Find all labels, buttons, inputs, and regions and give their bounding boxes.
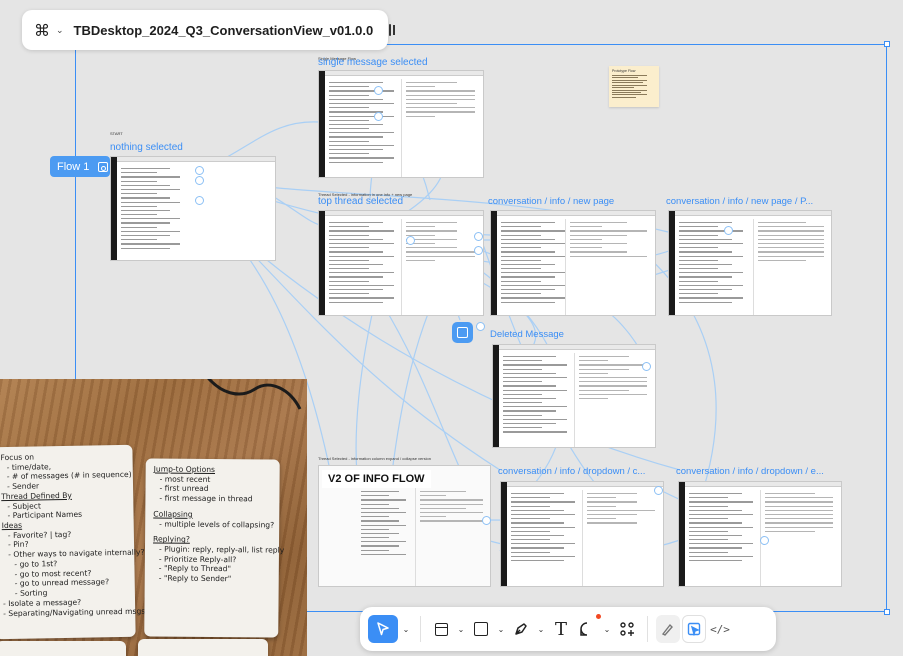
- flow-start-icon[interactable]: [98, 161, 109, 172]
- frame-icon: [434, 622, 448, 636]
- frame-deleted-message[interactable]: [492, 344, 656, 448]
- frame-title-single-message[interactable]: single message selected: [318, 57, 428, 68]
- sticky-title: Prototype Flow: [612, 69, 636, 73]
- dev-mode[interactable]: </>: [708, 615, 732, 643]
- text-tool[interactable]: T: [549, 615, 573, 643]
- file-name[interactable]: TBDesktop_2024_Q3_ConversationView_v01.0…: [74, 23, 374, 38]
- connection-node[interactable]: [374, 86, 383, 95]
- design-mode[interactable]: [682, 615, 706, 643]
- comment-icon: [580, 622, 588, 636]
- file-title-bar[interactable]: ⌘ ⌄ TBDesktop_2024_Q3_ConversationView_v…: [22, 10, 395, 50]
- frame-conv-info-new-p[interactable]: [668, 210, 832, 316]
- frame-title-conv-dropdown-c[interactable]: conversation / info / dropdown / c...: [498, 466, 645, 477]
- connection-node[interactable]: [476, 322, 485, 331]
- draw-mode[interactable]: [656, 615, 680, 643]
- bottom-toolbar[interactable]: ⌄ ⌄ ⌄ ⌄ T ⌄ </>: [360, 607, 776, 651]
- chevron-down-icon[interactable]: ⌄: [535, 625, 547, 634]
- connection-node[interactable]: [406, 236, 415, 245]
- notification-dot: [596, 614, 601, 619]
- connection-node[interactable]: [760, 536, 769, 545]
- connection-node[interactable]: [474, 232, 483, 241]
- note-card-1: Focus on - time/date, - # of messages (#…: [0, 444, 149, 640]
- chevron-down-icon[interactable]: ⌄: [495, 625, 507, 634]
- draw-icon: [661, 623, 673, 636]
- frame-title-deleted-message[interactable]: Deleted Message: [490, 329, 564, 340]
- resize-handle[interactable]: [884, 609, 890, 615]
- figma-logo-icon[interactable]: ⌘: [34, 21, 50, 40]
- v2-section-title[interactable]: V2 OF INFO FLOW: [322, 470, 431, 488]
- chevron-down-icon[interactable]: ⌄: [455, 625, 467, 634]
- frame-tool[interactable]: [429, 615, 453, 643]
- cursor-icon: [377, 622, 389, 636]
- frame-conv-dropdown-c[interactable]: [500, 481, 664, 587]
- comment-tool[interactable]: [575, 614, 601, 643]
- frame-title-conv-dropdown-e[interactable]: conversation / info / dropdown / e...: [676, 466, 824, 477]
- dev-mode-icon: </>: [710, 622, 730, 636]
- toggle-sidebar-icon[interactable]: [389, 24, 395, 36]
- flow-label: Flow 1: [57, 160, 90, 173]
- frame-title-top-thread[interactable]: top thread selected: [318, 196, 403, 207]
- frame-top-thread[interactable]: [318, 210, 484, 316]
- frame-title-conv-info-new-p[interactable]: conversation / info / new page / P...: [666, 196, 813, 207]
- note-card-4: [138, 639, 268, 656]
- sticky-note[interactable]: Prototype Flow: [609, 66, 659, 107]
- actions-icon: [620, 622, 634, 636]
- design-icon: [687, 622, 701, 636]
- frame-conv-dropdown-e[interactable]: [678, 481, 842, 587]
- connection-node[interactable]: [654, 486, 663, 495]
- thread-caption-2: Thread Selected - information column exp…: [318, 456, 431, 461]
- connection-node[interactable]: [724, 226, 733, 235]
- frame-title-nothing-selected[interactable]: nothing selected: [110, 142, 183, 153]
- flow-starting-point[interactable]: Flow 1: [50, 156, 110, 177]
- frame-conv-info-new[interactable]: [490, 210, 656, 316]
- chevron-down-icon[interactable]: ⌄: [601, 625, 613, 634]
- move-tool[interactable]: [368, 615, 398, 643]
- rectangle-icon: [474, 622, 488, 636]
- frame-title-conv-info-new[interactable]: conversation / info / new page: [488, 196, 614, 207]
- pen-icon: [515, 623, 527, 635]
- connection-node[interactable]: [642, 362, 651, 371]
- shape-tool[interactable]: [469, 615, 493, 643]
- connection-node[interactable]: [195, 196, 204, 205]
- connection-node[interactable]: [195, 166, 204, 175]
- connection-node[interactable]: [482, 516, 491, 525]
- start-label: START: [110, 131, 123, 136]
- frame-single-message[interactable]: [318, 70, 484, 178]
- chevron-down-icon[interactable]: ⌄: [400, 625, 412, 634]
- actions-tool[interactable]: [615, 615, 639, 643]
- connection-node[interactable]: [195, 176, 204, 185]
- text-icon: T: [554, 618, 567, 640]
- sketch-photo[interactable]: Focus on - time/date, - # of messages (#…: [0, 379, 307, 656]
- pen-tool[interactable]: [509, 615, 533, 643]
- frame-nothing-selected[interactable]: [110, 156, 276, 261]
- note-card-2: Jump-to Options - most recent - first un…: [144, 458, 284, 638]
- note-card-3: [0, 641, 126, 656]
- resize-handle[interactable]: [884, 41, 890, 47]
- design-canvas[interactable]: Prototype Flow START nothing selected Fl…: [0, 0, 903, 656]
- connection-node[interactable]: [374, 112, 383, 121]
- chevron-down-icon[interactable]: ⌄: [56, 25, 64, 36]
- connection-node[interactable]: [474, 246, 483, 255]
- flow-connector-icon[interactable]: [452, 322, 473, 343]
